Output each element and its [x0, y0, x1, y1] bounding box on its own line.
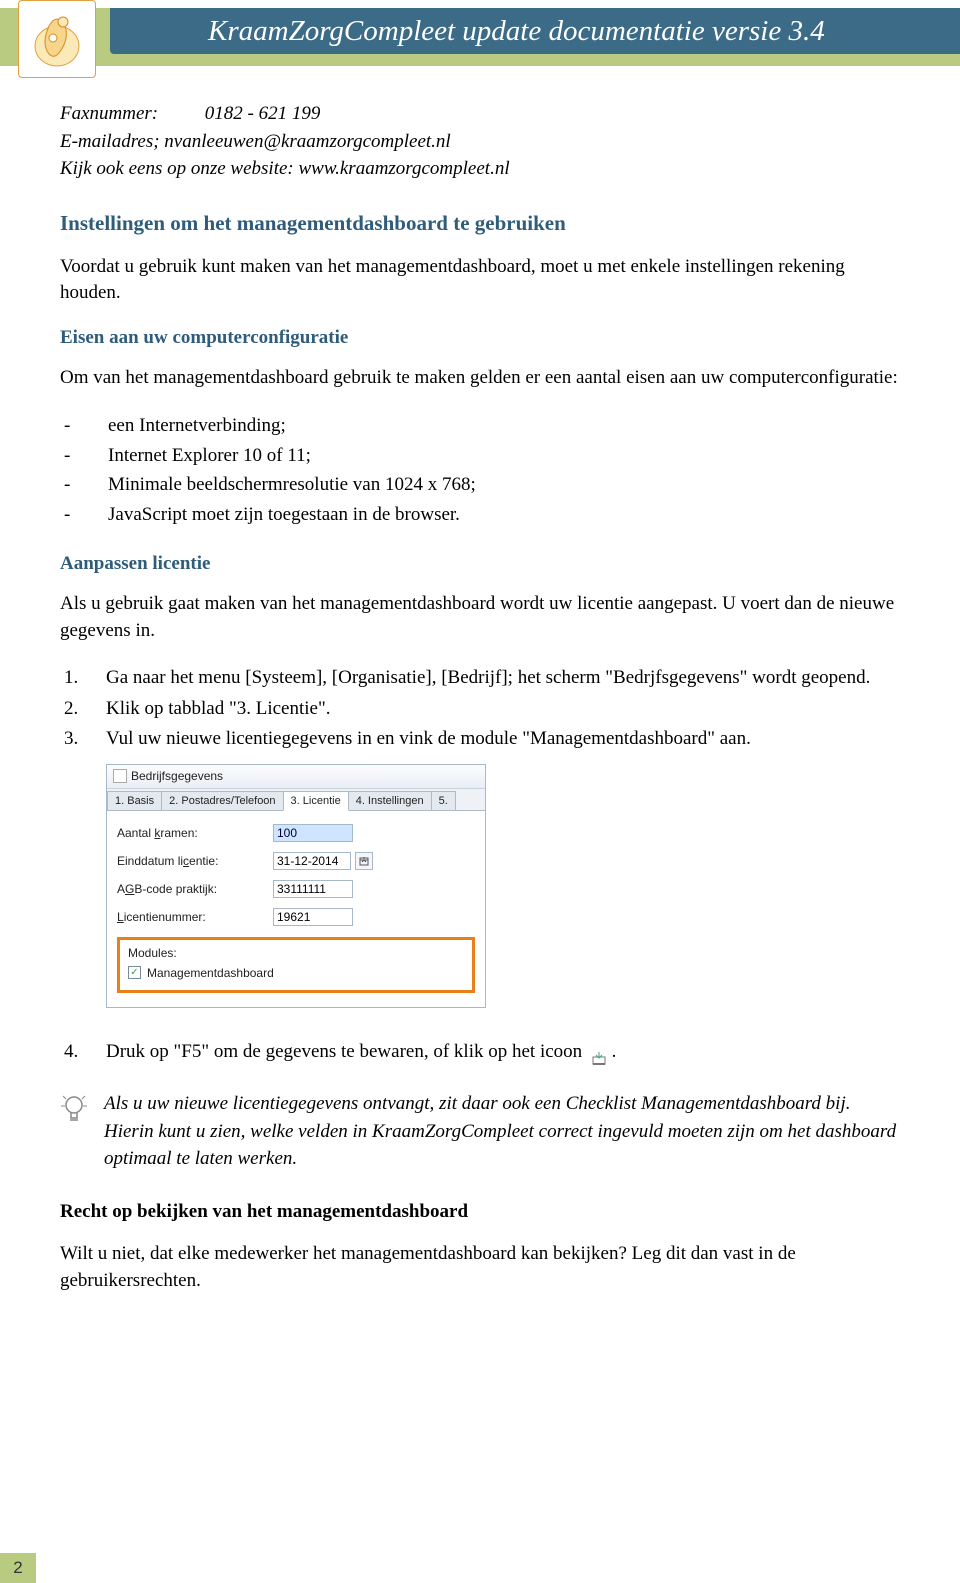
- save-icon: [591, 1046, 607, 1060]
- list-item: Internet Explorer 10 of 11;: [60, 441, 900, 470]
- tab-basis[interactable]: 1. Basis: [107, 791, 162, 810]
- einddatum-input[interactable]: [273, 852, 351, 870]
- step-4: Druk op "F5" om de gegevens te bewaren, …: [60, 1038, 900, 1067]
- aantal-kramen-input[interactable]: [273, 824, 353, 842]
- page-title: KraamZorgCompleet update documentatie ve…: [208, 15, 825, 47]
- window-frame: Bedrijfsgegevens 1. Basis 2. Postadres/T…: [106, 764, 486, 1008]
- tip-block: Als u uw nieuwe licentiegegevens ontvang…: [60, 1090, 900, 1173]
- list-item: Minimale beeldschermresolutie van 1024 x…: [60, 470, 900, 499]
- contact-block: Faxnummer: 0182 - 621 199 E-mailadres; n…: [60, 100, 900, 183]
- section-license-title: Aanpassen licentie: [60, 553, 900, 575]
- window-titlebar: Bedrijfsgegevens: [107, 765, 485, 789]
- tab-postadres[interactable]: 2. Postadres/Telefoon: [161, 791, 283, 810]
- logo: [18, 0, 96, 78]
- agb-input[interactable]: [273, 880, 353, 898]
- window-title: Bedrijfsgegevens: [131, 769, 223, 783]
- einddatum-label: Einddatum licentie:: [117, 854, 273, 868]
- section-settings-title: Instellingen om het managementdashboard …: [60, 211, 900, 236]
- tip-text: Als u uw nieuwe licentiegegevens ontvang…: [104, 1090, 900, 1173]
- list-item: JavaScript moet zijn toegestaan in de br…: [60, 500, 900, 529]
- licentienummer-label: Licentienummer:: [117, 910, 273, 924]
- email-line: E-mailadres; nvanleeuwen@kraamzorgcomple…: [60, 128, 900, 156]
- tab-instellingen[interactable]: 4. Instellingen: [348, 791, 432, 810]
- agb-label: AGB-code praktijk:: [117, 882, 273, 896]
- section-license-intro: Als u gebruik gaat maken van het managem…: [60, 591, 900, 644]
- tab-row: 1. Basis 2. Postadres/Telefoon 3. Licent…: [107, 789, 485, 811]
- lightbulb-icon: [60, 1092, 88, 1128]
- step-item: Ga naar het menu [Systeem], [Organisatie…: [60, 664, 900, 693]
- page-title-bar: KraamZorgCompleet update documentatie ve…: [110, 8, 960, 54]
- header-bar: KraamZorgCompleet update documentatie ve…: [0, 8, 960, 66]
- window-icon: [113, 769, 127, 783]
- date-picker-button[interactable]: [355, 852, 373, 870]
- section-requirements-intro: Om van het managementdashboard gebruik t…: [60, 365, 900, 392]
- fax-value: 0182 - 621 199: [205, 103, 321, 124]
- module-checkbox[interactable]: ✓: [128, 966, 141, 979]
- website-line: Kijk ook eens op onze website: www.kraam…: [60, 155, 900, 183]
- list-item: een Internetverbinding;: [60, 411, 900, 440]
- section-requirements-title: Eisen aan uw computerconfiguratie: [60, 327, 900, 349]
- step-item: Vul uw nieuwe licentiegegevens in en vin…: [60, 725, 900, 754]
- tab-5[interactable]: 5.: [431, 791, 456, 810]
- modules-label: Modules:: [128, 946, 464, 960]
- section-settings-intro: Voordat u gebruik kunt maken van het man…: [60, 254, 900, 307]
- section-rights-title: Recht op bekijken van het managementdash…: [60, 1201, 900, 1223]
- document-content: Faxnummer: 0182 - 621 199 E-mailadres; n…: [60, 100, 900, 1314]
- step-item: Klik op tabblad "3. Licentie".: [60, 695, 900, 724]
- tab-licentie[interactable]: 3. Licentie: [283, 791, 349, 811]
- modules-box: Modules: ✓ Managementdashboard: [117, 937, 475, 993]
- step-4-text: Druk op "F5" om de gegevens te bewaren, …: [106, 1041, 587, 1062]
- section-rights-body: Wilt u niet, dat elke medewerker het man…: [60, 1241, 900, 1294]
- logo-icon: [29, 8, 85, 70]
- aantal-kramen-label: Aantal kramen:: [117, 826, 273, 840]
- form-area: Aantal kramen: Einddatum licentie: AGB-c…: [107, 811, 485, 1007]
- fax-label: Faxnummer:: [60, 100, 200, 128]
- licentienummer-input[interactable]: [273, 908, 353, 926]
- embedded-screenshot: Bedrijfsgegevens 1. Basis 2. Postadres/T…: [106, 764, 900, 1008]
- page-number: 2: [0, 1553, 36, 1583]
- requirements-list: een Internetverbinding; Internet Explore…: [60, 411, 900, 529]
- step-4-tail: .: [612, 1041, 617, 1062]
- calendar-icon: [359, 856, 369, 866]
- module-checkbox-label: Managementdashboard: [147, 966, 274, 980]
- steps-list: Ga naar het menu [Systeem], [Organisatie…: [60, 664, 900, 754]
